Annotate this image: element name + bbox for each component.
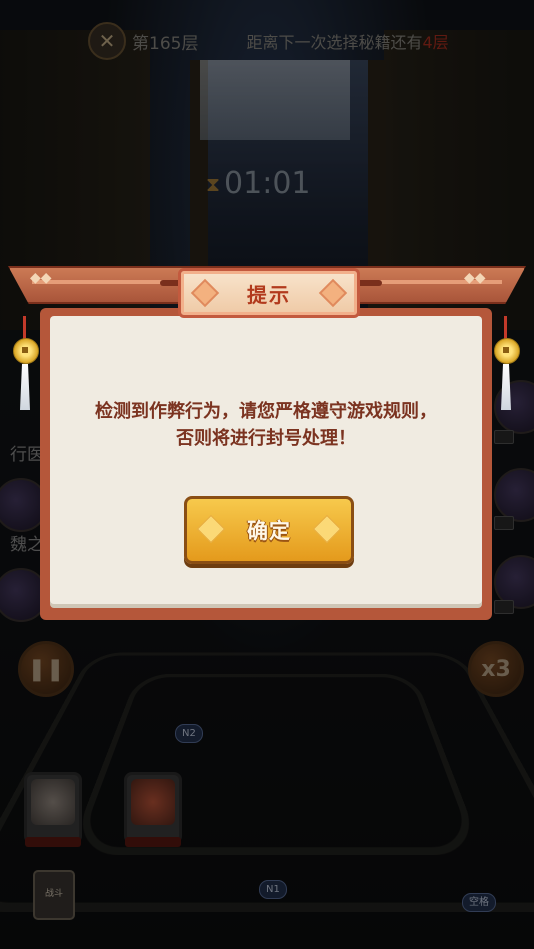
dialog-title: 提示 xyxy=(247,282,291,307)
roof-ornament-left: ◆◆ xyxy=(30,270,52,286)
button-diamond-left xyxy=(196,514,226,544)
dialog-panel: 检测到作弊行为，请您严格遵守游戏规则， 否则将进行封号处理！ xyxy=(40,308,492,620)
dialog-message-line-2: 否则将进行封号处理！ xyxy=(176,428,356,449)
confirm-button-label: 确定 xyxy=(247,519,291,543)
plaque-diamond-right xyxy=(318,278,348,308)
tassel-tail-right xyxy=(501,364,511,410)
dialog-message: 检测到作弊行为，请您严格遵守游戏规则， 否则将进行封号处理！ xyxy=(50,398,482,452)
button-diamond-right xyxy=(312,514,342,544)
confirm-button[interactable]: 确定 xyxy=(184,496,354,564)
coin-icon-right xyxy=(494,338,520,364)
dialog-message-line-1: 检测到作弊行为，请您严格遵守游戏规则， xyxy=(95,401,437,422)
roof-ornament-right: ◆◆ xyxy=(464,270,486,286)
coin-icon-left xyxy=(13,338,39,364)
tassel-right xyxy=(491,316,521,416)
dialog-title-plaque: 提示 xyxy=(178,268,360,318)
tassel-tail-left xyxy=(20,364,30,410)
plaque-diamond-left xyxy=(190,278,220,308)
tassel-left xyxy=(10,316,40,416)
